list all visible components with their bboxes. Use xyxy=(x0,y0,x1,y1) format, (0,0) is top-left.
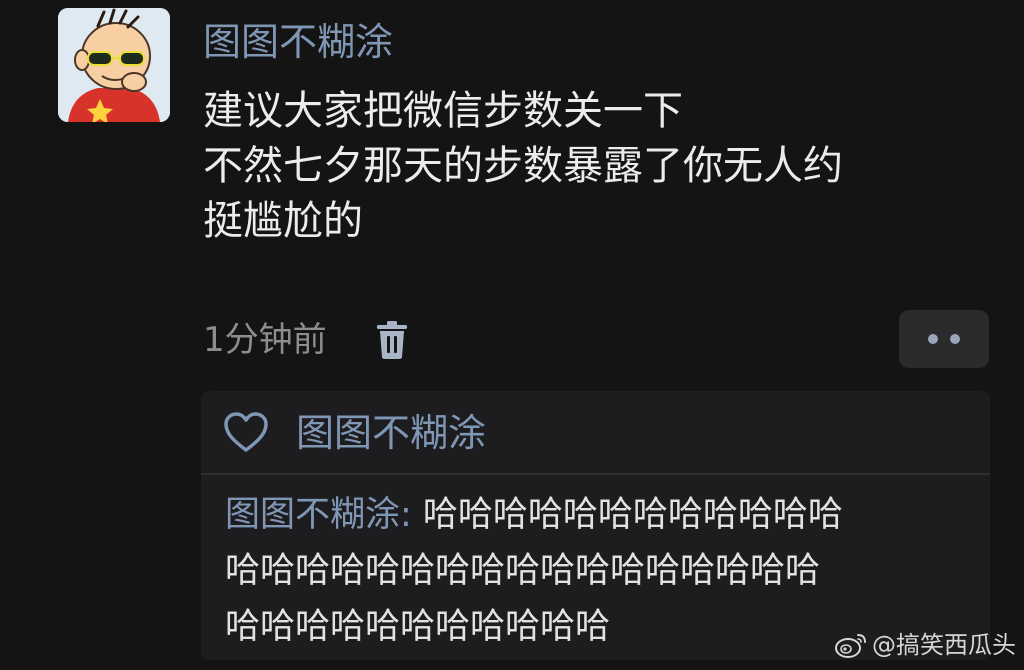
comment-line: 图图不糊涂: 哈哈哈哈哈哈哈哈哈哈哈哈 xyxy=(225,487,985,543)
dot-icon xyxy=(928,334,938,344)
avatar[interactable] xyxy=(58,8,170,122)
post-timestamp: 1分钟前 xyxy=(203,320,327,360)
comment-text: 哈哈哈哈哈哈哈哈哈哈哈哈哈哈哈哈哈 xyxy=(225,551,821,591)
comment-text: 哈哈哈哈哈哈哈哈哈哈哈哈 xyxy=(411,495,843,535)
likes-comments-panel: 图图不糊涂 图图不糊涂: 哈哈哈哈哈哈哈哈哈哈哈哈 哈哈哈哈哈哈哈哈哈哈哈哈哈哈… xyxy=(201,391,990,660)
comment-author[interactable]: 图图不糊涂: xyxy=(225,495,412,535)
heart-icon xyxy=(224,412,268,452)
post-author-name[interactable]: 图图不糊涂 xyxy=(203,18,393,66)
post-text-line: 不然七夕那天的步数暴露了你无人约 xyxy=(203,143,843,189)
weibo-logo-icon xyxy=(835,634,866,658)
post-content: 建议大家把微信步数关一下 不然七夕那天的步数暴露了你无人约 挺尴尬的 xyxy=(203,84,1003,249)
like-button[interactable] xyxy=(223,411,269,453)
dot-icon xyxy=(950,334,960,344)
post-text-line: 挺尴尬的 xyxy=(203,198,363,244)
more-options-button[interactable] xyxy=(899,310,989,368)
post-text-line: 建议大家把微信步数关一下 xyxy=(203,88,683,134)
liker-name[interactable]: 图图不糊涂 xyxy=(296,409,486,457)
watermark: @搞笑西瓜头 xyxy=(834,630,1016,660)
delete-button[interactable] xyxy=(375,320,409,360)
cartoon-boy-avatar-image xyxy=(58,8,170,122)
likes-row: 图图不糊涂 xyxy=(201,391,990,475)
watermark-text: @搞笑西瓜头 xyxy=(872,631,1016,659)
trash-icon xyxy=(377,321,407,359)
